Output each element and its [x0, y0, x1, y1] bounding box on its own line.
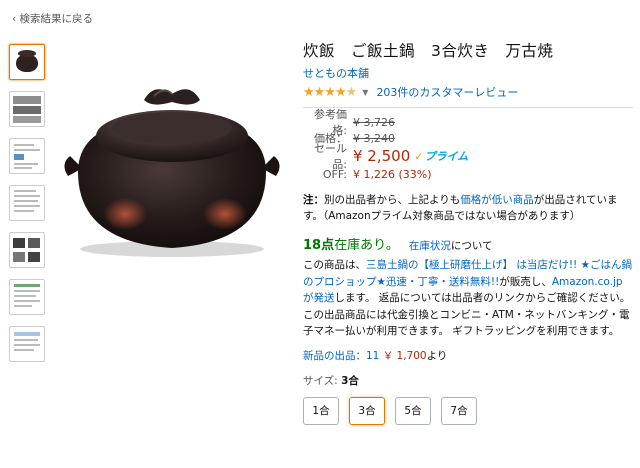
in-stock-text: 18点在庫あり。	[303, 238, 399, 253]
thumbnail-7[interactable]	[9, 326, 45, 362]
size-label: サイズ:	[303, 374, 338, 387]
seller-info: この商品は、三島土鍋の【極上研磨仕上げ】 は当店だけ!! ★ごはん鍋のプロショッ…	[303, 257, 633, 340]
seller-text-2: が販売し、	[499, 275, 552, 288]
stock-status: 18点在庫あり。 在庫状況 について	[303, 234, 633, 253]
back-link[interactable]: ‹ 検索結果に戻る	[12, 13, 93, 25]
new-offers-price: ￥ 1,700	[382, 349, 427, 362]
list-price-row: 価格： ¥ 3,240	[303, 130, 633, 146]
reference-price-value: ¥ 3,726	[353, 115, 395, 129]
list-price-value: ¥ 3,240	[353, 131, 395, 145]
chevron-left-icon: ‹	[12, 13, 17, 25]
other-sellers-note: 注：別の出品者から、上記よりも価格が低い商品が出品されています。（Amazonプ…	[303, 192, 633, 224]
back-link-label: 検索結果に戻る	[19, 13, 94, 25]
product-title: 炊飯 ご飯土鍋 3合炊き 万古焼	[303, 42, 554, 60]
prime-check-icon: ✓	[414, 150, 424, 163]
size-options: 1合 3合 5合 7合	[303, 396, 633, 425]
off-label: OFF:	[322, 167, 347, 181]
size-option-7go[interactable]: 7合	[441, 396, 477, 425]
size-option-1go[interactable]: 1合	[303, 396, 339, 425]
size-option-3go[interactable]: 3合	[349, 396, 385, 425]
caret-down-icon[interactable]: ▼	[362, 88, 368, 97]
lower-price-link[interactable]: 価格が低い商品	[460, 194, 534, 206]
product-info: 炊飯 ご飯土鍋 3合炊き 万古焼 せともの本舗 ★★★★★ ▼ 203件のカスタ…	[303, 40, 633, 425]
thumbnail-2[interactable]	[9, 91, 45, 127]
reviews-link[interactable]: 203件のカスタマーレビュー	[376, 84, 518, 100]
stock-status-link[interactable]: 在庫状況	[409, 238, 451, 253]
divider	[303, 107, 633, 108]
stock-suffix: について	[450, 240, 493, 252]
thumbnail-strip	[9, 44, 45, 373]
size-selected-value: 3合	[341, 374, 359, 387]
note-prefix: 注：	[303, 194, 324, 206]
thumbnail-1[interactable]	[9, 44, 45, 80]
off-value: ¥ 1,226 (33%)	[353, 167, 432, 181]
product-main-image[interactable]	[50, 64, 290, 260]
off-row: OFF: ¥ 1,226 (33%)	[303, 166, 633, 182]
new-offers-link[interactable]: 新品の出品：11	[303, 350, 379, 362]
price-table: 参考価格: ¥ 3,726 価格： ¥ 3,240 セール品: ¥ 2,500 …	[303, 108, 633, 182]
sale-price-value: ¥ 2,500	[353, 147, 411, 165]
thumbnail-5[interactable]	[9, 232, 45, 268]
thumbnail-3[interactable]	[9, 138, 45, 174]
prime-badge: ✓プライム	[414, 150, 469, 163]
sale-price-row: セール品: ¥ 2,500 ✓プライム	[303, 142, 633, 171]
new-offers-suffix: より	[426, 349, 448, 362]
rating-row: ★★★★★ ▼ 203件のカスタマーレビュー	[303, 84, 633, 100]
note-text-1: 別の出品者から、上記よりも	[324, 194, 461, 206]
new-offers: 新品の出品：11 ￥ 1,700より	[303, 348, 633, 363]
brand-link[interactable]: せともの本舗	[303, 65, 369, 81]
reference-price-row: 参考価格: ¥ 3,726	[303, 108, 633, 137]
size-option-5go[interactable]: 5合	[395, 396, 431, 425]
thumbnail-4[interactable]	[9, 185, 45, 221]
seller-text-3: します。 返品については出品者のリンクからご確認ください。 この出品商品には代金…	[303, 292, 631, 337]
star-rating-icon[interactable]: ★★★★★	[303, 85, 357, 100]
pot-thumbnail-icon	[16, 50, 38, 72]
size-selector: サイズ: 3合	[303, 373, 633, 388]
thumbnail-6[interactable]	[9, 279, 45, 315]
seller-text-1: この商品は、	[303, 259, 366, 271]
back-to-results[interactable]: ‹ 検索結果に戻る	[12, 11, 93, 26]
